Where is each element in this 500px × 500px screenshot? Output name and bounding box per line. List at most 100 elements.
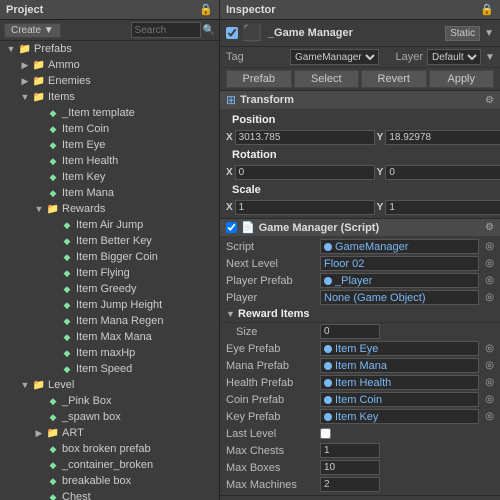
project-tree: ▼ 📁 Prefabs ▶ 📁 Ammo ▶ 📁 Enemies ▼ 📁 Ite… xyxy=(0,41,219,500)
static-button[interactable]: Static xyxy=(445,26,480,41)
tree-item-enemies[interactable]: ▶ 📁 Enemies xyxy=(0,73,219,89)
no-arrow xyxy=(46,284,60,294)
tree-item-item-template[interactable]: ◆ _Item template xyxy=(0,105,219,121)
eye-select-icon[interactable]: ◎ xyxy=(485,343,494,354)
rotation-y-field[interactable] xyxy=(385,165,500,180)
max-machines-label: Max Machines xyxy=(226,479,316,491)
player-prefab-ref[interactable]: _Player xyxy=(320,273,479,288)
expand-arrow: ▶ xyxy=(18,76,32,87)
max-chests-field[interactable] xyxy=(320,443,380,458)
eye-prefab-ref[interactable]: Item Eye xyxy=(320,341,479,356)
health-prefab-ref[interactable]: Item Health xyxy=(320,375,479,390)
max-boxes-field[interactable] xyxy=(320,460,380,475)
tree-item-item-eye[interactable]: ◆ Item Eye xyxy=(0,137,219,153)
next-level-select-icon[interactable]: ◎ xyxy=(485,258,494,269)
tree-item-ammo[interactable]: ▶ 📁 Ammo xyxy=(0,57,219,73)
position-x-field[interactable] xyxy=(235,130,375,145)
scale-y-field[interactable] xyxy=(385,200,500,215)
no-arrow xyxy=(32,140,46,150)
key-prefab-ref[interactable]: Item Key xyxy=(320,409,479,424)
tree-label: Item Mana xyxy=(62,187,114,199)
static-dropdown-icon[interactable]: ▼ xyxy=(484,28,494,39)
last-level-checkbox[interactable] xyxy=(320,428,331,439)
transform-header[interactable]: ⊞ Transform ⚙ xyxy=(220,91,500,109)
tree-item-item-mana[interactable]: ◆ Item Mana xyxy=(0,185,219,201)
tree-item-item-coin[interactable]: ◆ Item Coin xyxy=(0,121,219,137)
tree-item-item-jump-height[interactable]: ◆ Item Jump Height xyxy=(0,297,219,313)
tree-item-item-speed[interactable]: ◆ Item Speed xyxy=(0,361,219,377)
folder-icon: 📁 xyxy=(32,90,46,104)
no-arrow xyxy=(46,316,60,326)
rotation-label-row: Rotation xyxy=(220,146,500,164)
script-ref[interactable]: GameManager xyxy=(320,239,479,254)
size-label: Size xyxy=(226,326,316,338)
tree-label: Item Max Mana xyxy=(76,331,152,343)
script-select-icon[interactable]: ◎ xyxy=(485,241,494,252)
tree-item-chest[interactable]: ◆ Chest xyxy=(0,489,219,500)
tree-label: _Pink Box xyxy=(62,395,112,407)
tree-item-rewards[interactable]: ▼ 📁 Rewards xyxy=(0,201,219,217)
last-level-row: Last Level xyxy=(220,425,500,442)
tree-item-item-max-mana[interactable]: ◆ Item Max Mana xyxy=(0,329,219,345)
tree-item-items[interactable]: ▼ 📁 Items xyxy=(0,89,219,105)
health-dot xyxy=(324,379,332,387)
player-select-icon[interactable]: ◎ xyxy=(485,292,494,303)
prefab-button[interactable]: Prefab xyxy=(226,70,292,88)
health-select-icon[interactable]: ◎ xyxy=(485,377,494,388)
tree-item-pink-box[interactable]: ◆ _Pink Box xyxy=(0,393,219,409)
expand-arrow: ▼ xyxy=(4,44,18,54)
tree-item-item-health[interactable]: ◆ Item Health xyxy=(0,153,219,169)
tree-label: Item Coin xyxy=(62,123,109,135)
tree-item-box-broken[interactable]: ◆ box broken prefab xyxy=(0,441,219,457)
select-button[interactable]: Select xyxy=(294,70,360,88)
script-label: Script xyxy=(226,241,316,253)
position-y-field[interactable] xyxy=(385,130,500,145)
coin-select-icon[interactable]: ◎ xyxy=(485,394,494,405)
tree-label: Rewards xyxy=(62,203,105,215)
lock-icon[interactable]: 🔒 xyxy=(480,3,494,16)
object-active-checkbox[interactable] xyxy=(226,27,238,39)
key-select-icon[interactable]: ◎ xyxy=(485,411,494,422)
scale-label: Scale xyxy=(226,182,267,198)
player-ref[interactable]: None (Game Object) xyxy=(320,290,479,305)
mana-select-icon[interactable]: ◎ xyxy=(485,360,494,371)
lock-icon[interactable]: 🔒 xyxy=(199,3,213,16)
tree-item-container-broken[interactable]: ◆ _container_broken xyxy=(0,457,219,473)
mana-prefab-ref[interactable]: Item Mana xyxy=(320,358,479,373)
rotation-x-field[interactable] xyxy=(235,165,375,180)
gm-settings-icon[interactable]: ⚙ xyxy=(485,222,494,233)
tree-item-item-mana-regen[interactable]: ◆ Item Mana Regen xyxy=(0,313,219,329)
tree-item-breakable-box[interactable]: ◆ breakable box xyxy=(0,473,219,489)
game-manager-header[interactable]: 📄 Game Manager (Script) ⚙ xyxy=(220,219,500,236)
tree-item-item-air-jump[interactable]: ◆ Item Air Jump xyxy=(0,217,219,233)
create-button[interactable]: Create ▼ xyxy=(4,23,61,38)
component-enabled-checkbox[interactable] xyxy=(226,222,237,233)
size-field[interactable] xyxy=(320,324,380,339)
tree-label: Item Mana Regen xyxy=(76,315,163,327)
no-arrow xyxy=(32,108,46,118)
next-level-ref[interactable]: Floor 02 xyxy=(320,256,479,271)
revert-button[interactable]: Revert xyxy=(361,70,427,88)
max-machines-field[interactable] xyxy=(320,477,380,492)
tree-item-item-maxhp[interactable]: ◆ Item maxHp xyxy=(0,345,219,361)
tree-item-item-key[interactable]: ◆ Item Key xyxy=(0,169,219,185)
scale-x-field[interactable] xyxy=(235,200,375,215)
coin-prefab-ref[interactable]: Item Coin xyxy=(320,392,479,407)
layer-select[interactable]: Default xyxy=(427,49,481,65)
search-input[interactable] xyxy=(131,22,201,38)
tree-item-spawn-box[interactable]: ◆ _spawn box xyxy=(0,409,219,425)
tag-select[interactable]: GameManager xyxy=(290,49,379,65)
apply-button[interactable]: Apply xyxy=(429,70,495,88)
tree-item-item-greedy[interactable]: ◆ Item Greedy xyxy=(0,281,219,297)
sx-label: X xyxy=(226,202,233,213)
tree-item-prefabs[interactable]: ▼ 📁 Prefabs xyxy=(0,41,219,57)
player-prefab-label: Player Prefab xyxy=(226,275,316,287)
tree-item-level[interactable]: ▼ 📁 Level xyxy=(0,377,219,393)
tree-item-art[interactable]: ▶ 📁 ART xyxy=(0,425,219,441)
tree-item-item-flying[interactable]: ◆ Item Flying xyxy=(0,265,219,281)
transform-settings-icon[interactable]: ⚙ xyxy=(485,95,494,106)
player-prefab-select-icon[interactable]: ◎ xyxy=(485,275,494,286)
tree-item-item-better-key[interactable]: ◆ Item Better Key xyxy=(0,233,219,249)
max-machines-row: Max Machines xyxy=(220,476,500,493)
tree-item-item-bigger-coin[interactable]: ◆ Item Bigger Coin xyxy=(0,249,219,265)
